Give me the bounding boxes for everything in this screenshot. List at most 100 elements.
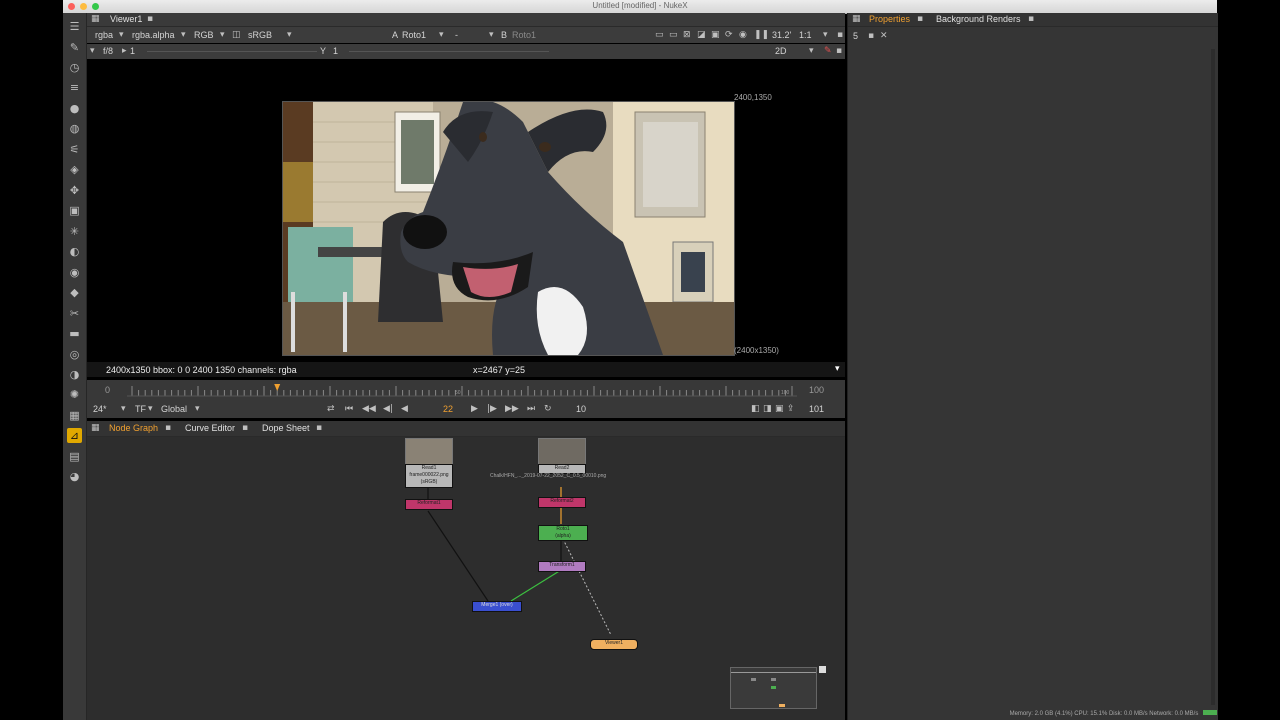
tab-background-renders[interactable]: Background Renders [936, 14, 1021, 24]
range-scope-dropdown[interactable]: Global [161, 404, 187, 414]
refresh-icon[interactable]: ⟳ [725, 30, 733, 40]
gamma-slider[interactable] [349, 51, 549, 52]
ocula-icon[interactable]: ◑ [67, 367, 82, 382]
merge1-node[interactable]: Merge1 (over) [472, 601, 522, 612]
fps-field[interactable]: 24* [93, 404, 107, 414]
views-icon[interactable]: ◉ [67, 265, 82, 280]
read1-node[interactable]: Read1 frame000022.png (sRGB) [405, 464, 453, 488]
export-icon[interactable]: ⇪ [787, 404, 795, 414]
mask-icon[interactable]: ⊠ [683, 30, 691, 40]
channels-dropdown[interactable]: rgba [95, 30, 113, 40]
draw-icon[interactable]: ◷ [67, 60, 82, 75]
transform1-node[interactable]: Transform1 [538, 561, 586, 572]
display-channel-dropdown[interactable]: RGB [194, 30, 214, 40]
read1-thumbnail[interactable] [405, 438, 453, 466]
gain-value[interactable]: 1 [130, 46, 135, 56]
timeline-start[interactable]: 0 [105, 385, 110, 395]
wipe-mode-dropdown[interactable]: - [455, 30, 458, 40]
color-icon[interactable]: ● [67, 101, 82, 116]
stereo-icon[interactable]: ▤ [67, 449, 82, 464]
paint-icon[interactable]: ✎ [67, 40, 82, 55]
keyer-icon[interactable]: ⚟ [67, 142, 82, 157]
tab-viewer1[interactable]: Viewer1 [110, 14, 142, 24]
deep-icon[interactable]: ◐ [67, 244, 82, 259]
panel-menu-icon[interactable]: ▦ [91, 14, 100, 24]
node-graph-navigator[interactable] [730, 667, 817, 709]
gain-slider[interactable] [147, 51, 317, 52]
timeline-end[interactable]: 100 [809, 385, 824, 395]
nuke-icon[interactable]: ◕ [67, 469, 82, 484]
chevron-down-icon[interactable]: ▾ [835, 364, 840, 374]
current-frame-field[interactable]: 22 [443, 404, 453, 414]
read2-thumbnail[interactable] [538, 438, 586, 466]
merge-icon[interactable]: ◈ [67, 162, 82, 177]
3d-box-icon[interactable]: ⊿ [67, 428, 82, 443]
alpha-channel-dropdown[interactable]: rgba.alpha [132, 30, 175, 40]
node-graph-panel[interactable]: ▦ Node Graph ▪ Curve Editor ▪ Dope Sheet… [87, 421, 845, 720]
loop-icon[interactable]: ↻ [544, 404, 552, 414]
frame-step-field[interactable]: 10 [576, 404, 586, 414]
gamma-value[interactable]: 1 [333, 46, 338, 56]
pause-icon[interactable]: ❚❚ [754, 30, 769, 40]
in-point-icon[interactable]: ◧ [751, 404, 760, 414]
cara-icon[interactable]: ✺ [67, 387, 82, 402]
timeline-ruler[interactable]: 50 100 [127, 382, 797, 400]
play-backward-icon[interactable]: ◀ [401, 404, 408, 414]
toolsets-icon[interactable]: ✂ [67, 306, 82, 321]
timeline-frame-mode[interactable]: TF [135, 404, 146, 414]
fractal-icon[interactable]: ▦ [67, 408, 82, 423]
next-keyframe-icon[interactable]: |▶ [487, 404, 497, 414]
step-back-icon[interactable]: ◀◀ [362, 404, 376, 414]
play-forward-icon[interactable]: ▶ [471, 404, 478, 414]
more-icon[interactable]: ▪ [836, 46, 842, 56]
viewer-canvas[interactable]: 2400,1350 (2400x1350) [87, 61, 845, 376]
lut-dropdown[interactable]: sRGB [248, 30, 272, 40]
input-a-dropdown[interactable]: Roto1 [402, 30, 426, 40]
other-icon[interactable]: ▬ [67, 326, 82, 341]
viewer1-node[interactable]: Viewer1 [590, 639, 638, 650]
lock-range-icon[interactable]: ▣ [775, 404, 784, 414]
lock-icon[interactable]: ▪ [868, 31, 874, 41]
reformat1-node[interactable]: Reformat1 [405, 499, 453, 510]
step-forward-icon[interactable]: ▶▶ [505, 404, 519, 414]
input-b-dropdown[interactable]: Roto1 [512, 30, 536, 40]
zoom-dropdown[interactable]: 31.2' [772, 30, 791, 40]
clear-panels-icon[interactable]: ✕ [880, 31, 888, 41]
transform-icon[interactable]: ✥ [67, 183, 82, 198]
metadata-icon[interactable]: ◆ [67, 285, 82, 300]
layers-icon[interactable]: ≡ [67, 80, 82, 95]
fstop-dropdown[interactable]: f/8 [103, 46, 113, 56]
navigator-close-icon[interactable] [819, 666, 826, 673]
tab-close-icon[interactable]: ▪ [147, 14, 153, 24]
pointer-icon[interactable]: ☰ [67, 19, 82, 34]
out-point-icon[interactable]: ◨ [763, 404, 772, 414]
ratio-dropdown[interactable]: 1:1 [799, 30, 812, 40]
playback-mode-icon[interactable]: ⇄ [327, 404, 335, 414]
particles-icon[interactable]: ✳ [67, 224, 82, 239]
furnace-icon[interactable]: ◎ [67, 347, 82, 362]
last-frame-icon[interactable]: ⏭ [527, 404, 535, 414]
first-frame-icon[interactable]: ⏮ [345, 404, 353, 414]
proxy-icon[interactable]: ▣ [711, 30, 720, 40]
properties-scrollbar[interactable] [1211, 49, 1215, 705]
roto1-node[interactable]: Roto1 (alpha) [538, 525, 588, 541]
prev-keyframe-icon[interactable]: ◀| [383, 404, 393, 414]
roi-icon[interactable]: ▭ [655, 30, 664, 40]
tab-close-icon[interactable]: ▪ [917, 14, 923, 24]
clipping-icon[interactable]: ◪ [697, 30, 706, 40]
crop-icon[interactable]: ▭ [669, 30, 678, 40]
ip-icon[interactable]: ◫ [232, 30, 241, 40]
out-frame-field[interactable]: 101 [809, 404, 824, 414]
tab-close-icon[interactable]: ▪ [1028, 14, 1034, 24]
paint-brush-icon[interactable]: ✎ [824, 46, 832, 56]
more-icon[interactable]: ▪ [837, 30, 843, 40]
tab-properties[interactable]: Properties [869, 14, 910, 24]
filter-icon[interactable]: ◍ [67, 121, 82, 136]
timeline-bar[interactable]: 0 50 100 100 [87, 380, 845, 402]
reformat2-node[interactable]: Reformat2 [538, 497, 586, 508]
max-panels-field[interactable]: 5 [853, 31, 858, 41]
cache-icon[interactable]: ◉ [739, 30, 747, 40]
3d-icon[interactable]: ▣ [67, 203, 82, 218]
viewer-mode-dropdown[interactable]: 2D [775, 46, 787, 56]
panel-menu-icon[interactable]: ▦ [852, 14, 861, 24]
